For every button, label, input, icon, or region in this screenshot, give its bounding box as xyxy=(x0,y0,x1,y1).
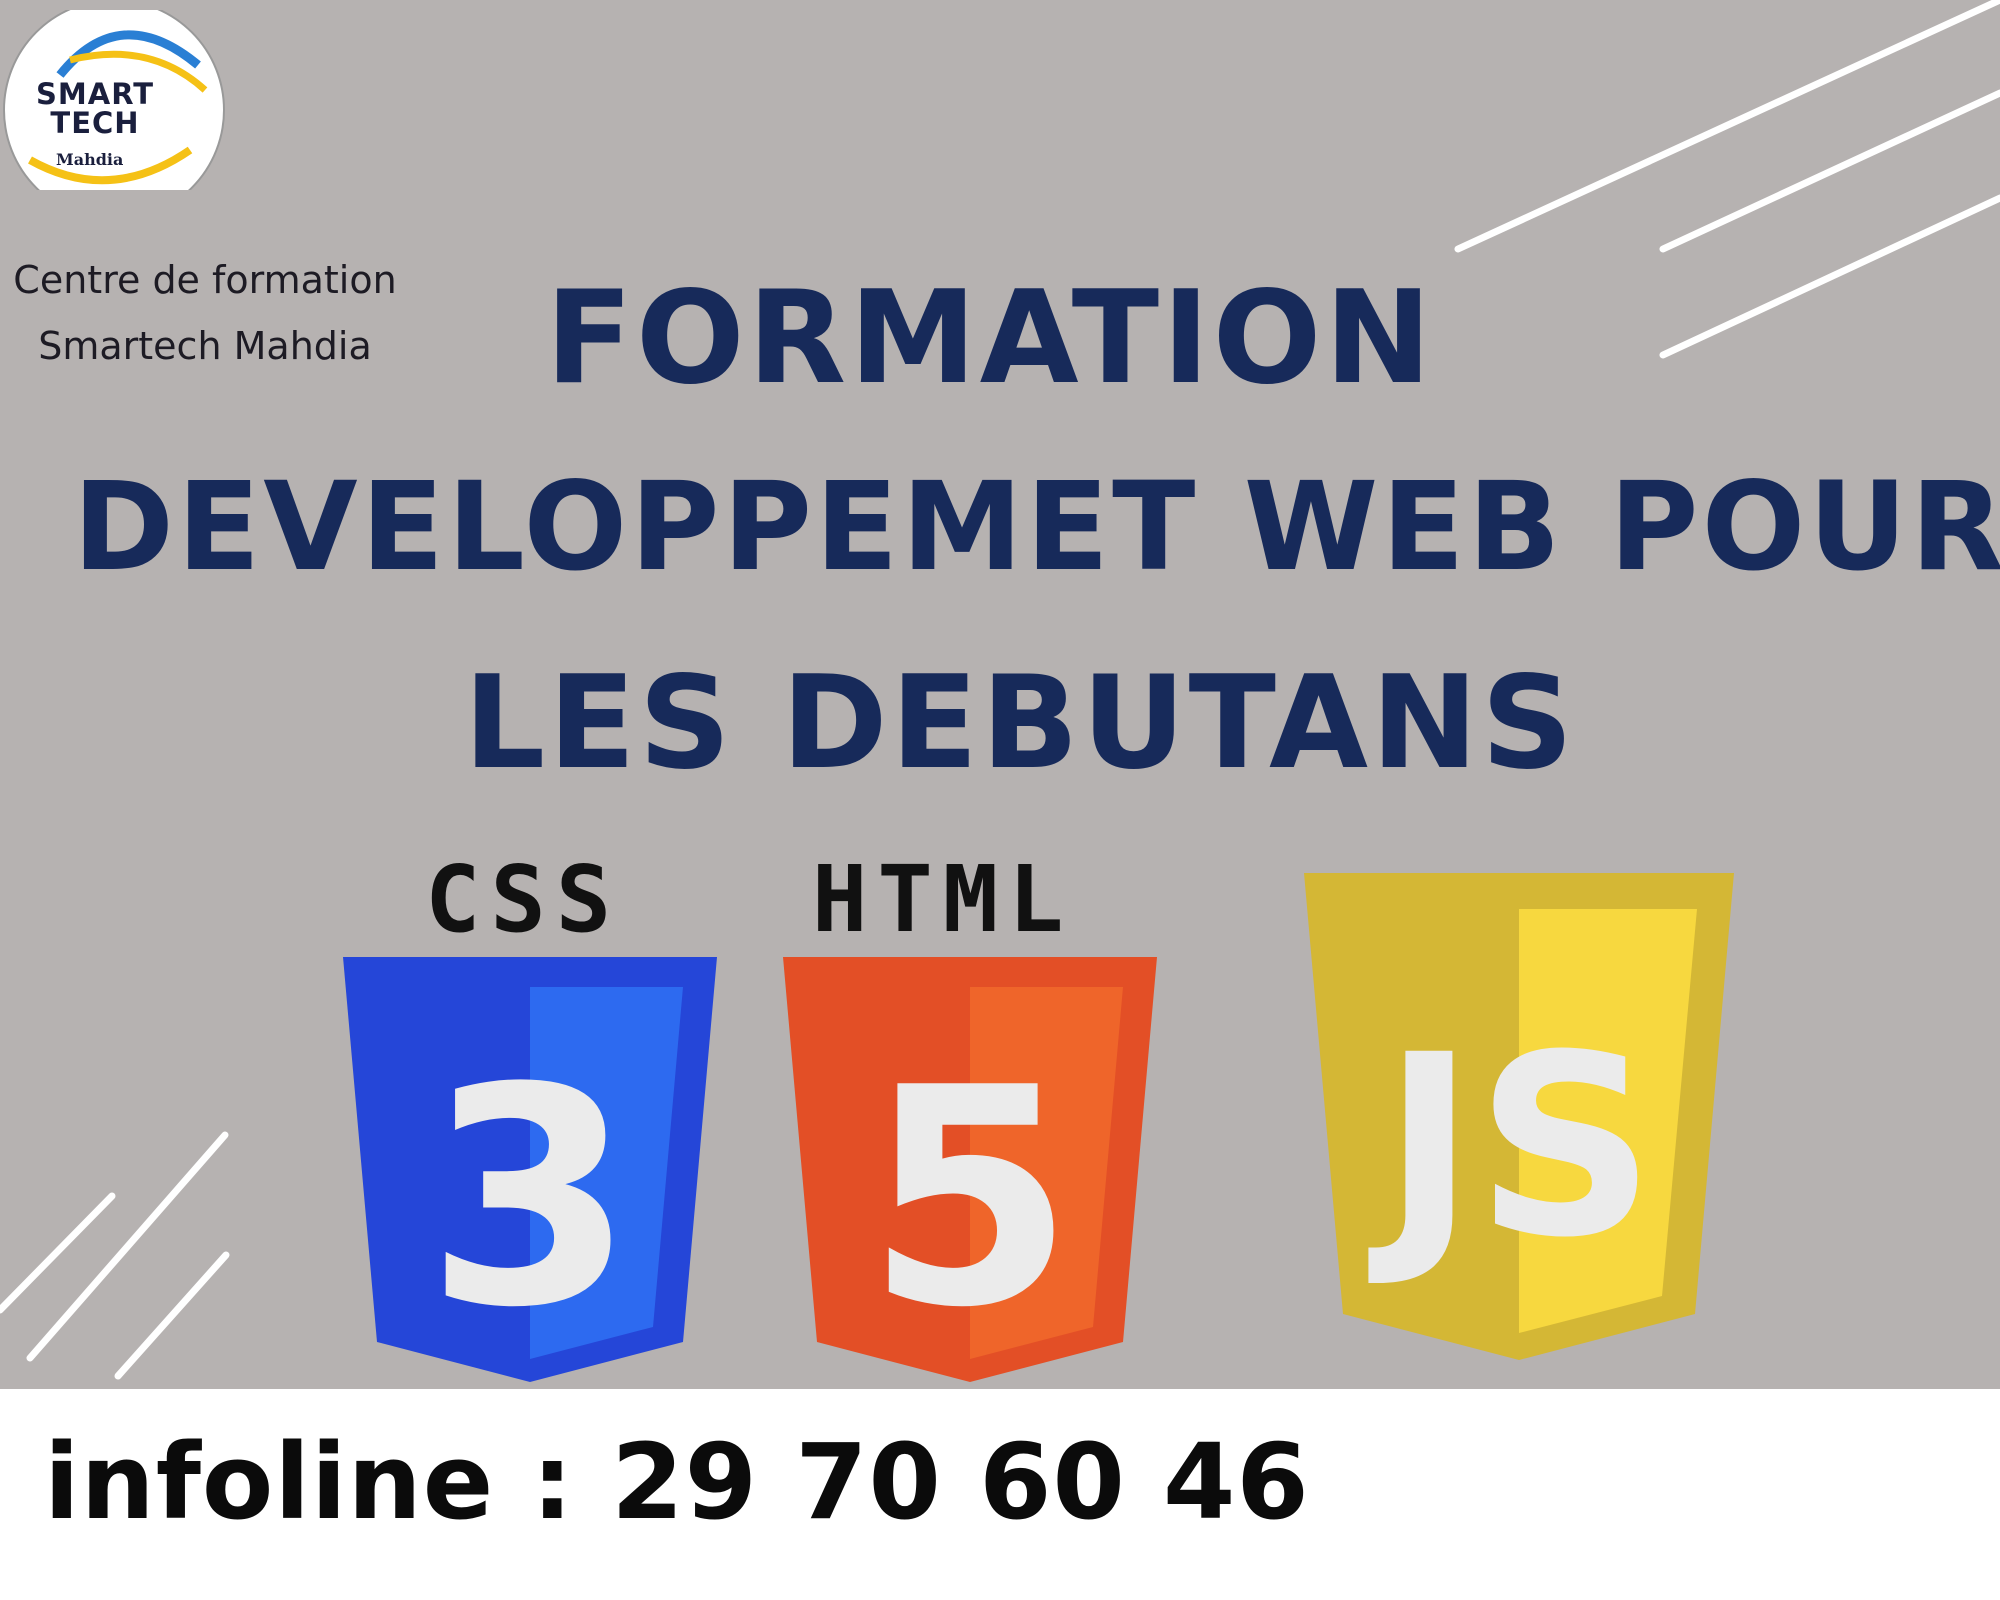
logo-subtitle: Mahdia xyxy=(56,150,124,169)
infoline-phone[interactable]: infoline : 29 70 60 46 xyxy=(44,1425,1310,1540)
poster: SMART TECH Mahdia Centre de formation Sm… xyxy=(0,0,2000,1600)
headline-line-1: FORMATION xyxy=(545,264,1435,413)
javascript-shield-icon: JS xyxy=(1304,873,1734,1360)
css3-shield-icon: 3 xyxy=(343,957,717,1382)
html5-shield-icon: 5 xyxy=(783,957,1157,1382)
logo-wordmark: SMART TECH xyxy=(0,80,190,138)
logo-line-2: TECH xyxy=(50,106,140,140)
headline-line-2: DEVELOPPEMET WEB POUR xyxy=(72,456,2000,598)
css3-glyph: 3 xyxy=(426,1024,635,1373)
headline-line-3: LES DEBUTANS xyxy=(463,649,1577,798)
javascript-glyph: JS xyxy=(1367,1001,1655,1292)
footer-bar: infoline : 29 70 60 46 xyxy=(0,1389,2000,1600)
html-label: HTML xyxy=(812,846,1074,953)
css-label: CSS xyxy=(425,846,622,953)
html5-glyph: 5 xyxy=(866,1024,1075,1373)
logo-line-1: SMART xyxy=(36,77,154,111)
